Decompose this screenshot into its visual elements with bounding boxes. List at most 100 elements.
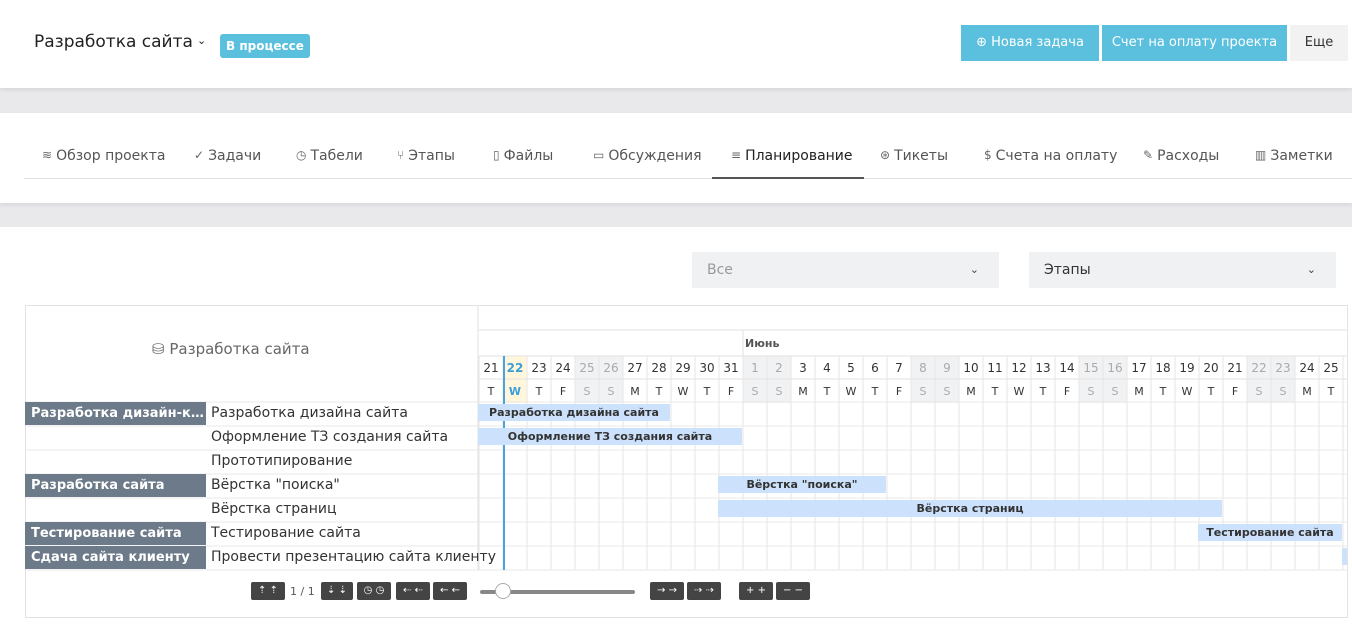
day-number: 23 [531, 361, 546, 375]
tab-overview[interactable]: ≋ Обзор проекта [42, 148, 165, 178]
day-number: 26 [603, 361, 618, 375]
day-number: 5 [847, 361, 855, 375]
gantt-task-bar[interactable]: Вёрстка страниц [718, 500, 1222, 517]
project-header: Разработка сайта ⌄ В процессе ⊕ Новая за… [0, 0, 1352, 88]
weekday-letter: W [1182, 385, 1193, 398]
project-title: Разработка сайта [34, 32, 193, 52]
project-title-dropdown[interactable]: Разработка сайта ⌄ [34, 32, 206, 52]
gantt-task-name[interactable]: Оформление ТЗ создания сайта [211, 429, 448, 445]
group-by-select[interactable]: Этапы ⌄ [1029, 252, 1336, 288]
tabs-divider [24, 178, 1352, 179]
page-indicator: 1 / 1 [290, 585, 315, 598]
gantt-task-name[interactable]: Тестирование сайта [211, 525, 361, 541]
tab-expenses[interactable]: ✎ Расходы [1143, 148, 1219, 178]
day-number: 2 [775, 361, 783, 375]
weekday-letter: M [798, 385, 808, 398]
tab-discussions[interactable]: ▭ Обсуждения [593, 148, 702, 178]
weekday-letter: T [1159, 385, 1167, 398]
more-button[interactable]: Еще [1290, 25, 1348, 61]
day-number: 20 [1203, 361, 1218, 375]
gantt-project-title: ⛁ Разработка сайта [152, 340, 310, 358]
day-number: 8 [919, 361, 927, 375]
day-number: 1 [751, 361, 759, 375]
scroll-right-button[interactable]: → → [650, 582, 684, 600]
day-number: 22 [1251, 361, 1266, 375]
new-task-button[interactable]: ⊕ Новая задача [961, 25, 1099, 61]
day-number: 13 [1035, 361, 1050, 375]
gantt-task-name[interactable]: Прототипирование [211, 453, 352, 469]
branch-icon: ⑂ [397, 148, 405, 162]
day-number: 10 [963, 361, 978, 375]
tab-planning[interactable]: ≡ Планирование [731, 148, 853, 178]
status-badge: В процессе [220, 34, 310, 58]
day-number: 27 [627, 361, 642, 375]
scroll-left-button[interactable]: ← ← [433, 582, 467, 600]
project-invoice-button[interactable]: Счет на оплату проекта [1102, 25, 1287, 61]
member-filter-select[interactable]: Все ⌄ [692, 252, 999, 288]
chevron-down-icon: ⌄ [196, 34, 207, 47]
tab-invoices[interactable]: $ Счета на оплату [984, 148, 1117, 178]
goto-start-button[interactable]: ⇠ ⇠ [396, 582, 430, 600]
day-number: 23 [1275, 361, 1290, 375]
dollar-icon: $ [984, 148, 992, 162]
stage-label: Разработка дизайн-конце... [25, 402, 206, 425]
tab-files[interactable]: ▯ Файлы [493, 148, 553, 178]
layers-icon: ≋ [42, 148, 53, 162]
weekday-letter: F [1064, 385, 1070, 398]
tab-notes[interactable]: ▥ Заметки [1255, 148, 1333, 178]
plus-circle-icon: ⊕ [976, 35, 987, 50]
day-number: 9 [943, 361, 951, 375]
gantt-task-name[interactable]: Разработка дизайна сайта [211, 405, 408, 421]
gantt-task-name[interactable]: Вёрстка "поиска" [211, 477, 340, 493]
zoom-in-button[interactable]: + + [739, 582, 773, 600]
weekday-letter: W [509, 385, 521, 398]
gantt-task-bar[interactable]: Тестирование сайта [1198, 524, 1342, 541]
day-number: 24 [555, 361, 570, 375]
book-icon: ▥ [1255, 148, 1267, 162]
day-number: 24 [1299, 361, 1314, 375]
day-number: 15 [1083, 361, 1098, 375]
day-number: 21 [1227, 361, 1242, 375]
active-tab-indicator [712, 177, 864, 179]
day-number: 25 [579, 361, 594, 375]
day-number: 11 [987, 361, 1002, 375]
scroll-down-button[interactable]: ⇣ ⇣ [321, 582, 353, 600]
scroll-up-button[interactable]: ⇡ ⇡ [251, 582, 285, 600]
day-number: 30 [699, 361, 714, 375]
weekday-letter: S [1280, 385, 1287, 398]
tab-milestones[interactable]: ⑂ Этапы [397, 148, 455, 178]
day-number: 14 [1059, 361, 1074, 375]
edit-icon: ✎ [1143, 148, 1154, 162]
gantt-task-bar[interactable] [1342, 548, 1347, 565]
gantt-task-bar[interactable]: Вёрстка "поиска" [718, 476, 886, 493]
stage-label: Разработка сайта [25, 474, 206, 497]
lifebuoy-icon: ⊛ [880, 148, 891, 162]
weekday-letter: T [991, 385, 999, 398]
tab-tasks[interactable]: ✓ Задачи [194, 148, 261, 178]
weekday-letter: S [1256, 385, 1263, 398]
day-number: 28 [651, 361, 666, 375]
weekday-letter: M [1302, 385, 1312, 398]
goto-end-button[interactable]: ⇢ ⇢ [687, 582, 721, 600]
weekday-letter: T [535, 385, 543, 398]
zoom-out-button[interactable]: − − [776, 582, 810, 600]
day-number: 6 [871, 361, 879, 375]
day-number: 3 [799, 361, 807, 375]
align-left-icon: ≡ [731, 148, 742, 162]
file-icon: ▯ [493, 148, 500, 162]
gantt-task-name[interactable]: Вёрстка страниц [211, 501, 337, 517]
stage-label: Тестирование сайта [25, 522, 206, 545]
day-number: 17 [1131, 361, 1146, 375]
zoom-slider-handle[interactable] [495, 583, 511, 599]
gantt-task-bar[interactable]: Оформление ТЗ создания сайта [478, 428, 742, 445]
weekday-letter: F [1232, 385, 1238, 398]
tab-timesheets[interactable]: ◷ Табели [296, 148, 363, 178]
gantt-task-bar[interactable]: Разработка дизайна сайта [478, 404, 670, 421]
day-number: 21 [483, 361, 498, 375]
day-number: 16 [1107, 361, 1122, 375]
tab-tickets[interactable]: ⊛ Тикеты [880, 148, 948, 178]
today-button[interactable]: ◷ ◷ [357, 582, 391, 600]
weekday-letter: W [678, 385, 689, 398]
gantt-task-name[interactable]: Провести презентацию сайта клиенту [211, 549, 496, 565]
day-number: 29 [675, 361, 690, 375]
